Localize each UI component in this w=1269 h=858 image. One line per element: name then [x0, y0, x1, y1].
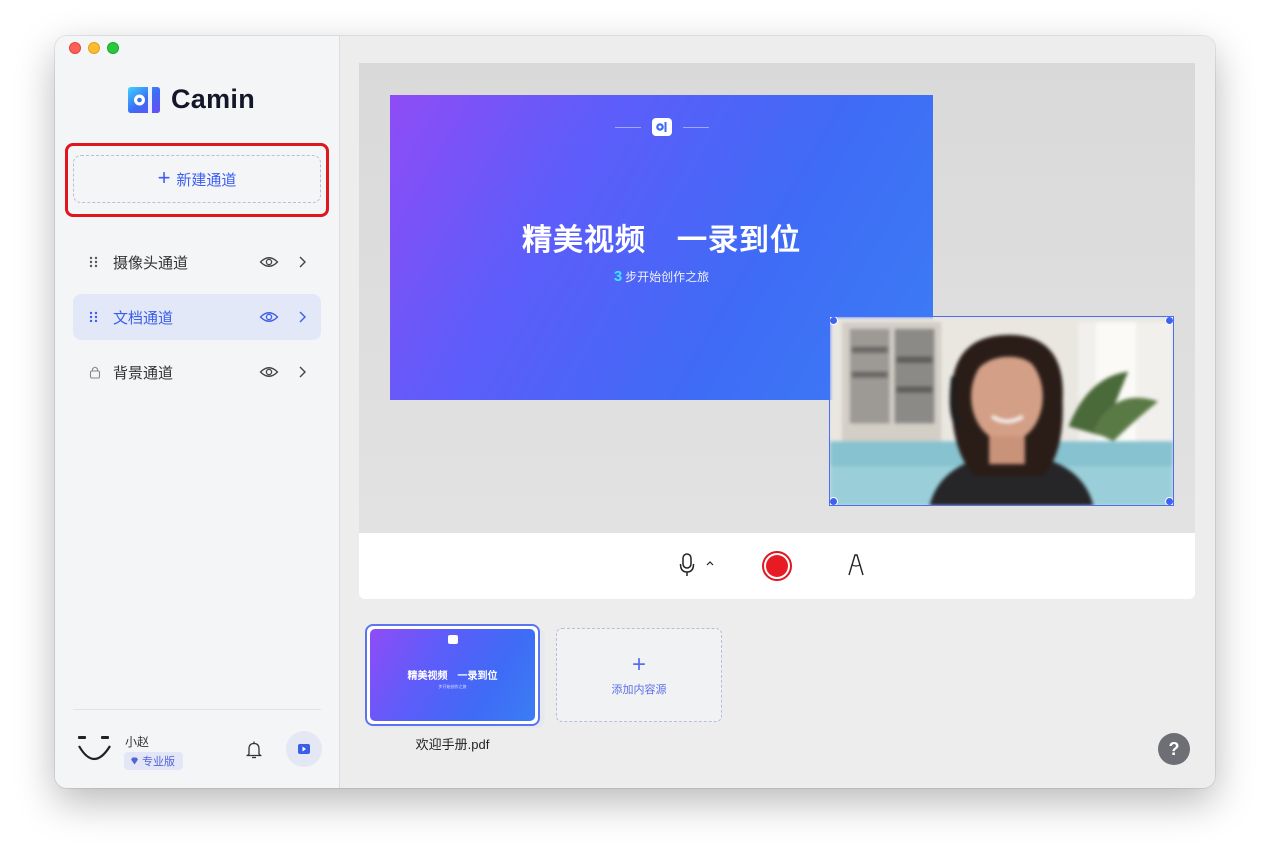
slide-subtitle-text: 步开始创作之旅 — [625, 270, 710, 284]
app-name: Camin — [171, 84, 256, 114]
resize-handle[interactable] — [830, 497, 838, 505]
drag-handle-icon[interactable] — [89, 310, 101, 324]
plan-badge: 专业版 — [124, 752, 183, 770]
eye-icon[interactable] — [259, 365, 279, 379]
app-window: Camin + 新建通道 摄像头通道 文档通道 背景通道 小赵 专业版 精美视频… — [55, 36, 1215, 788]
slide-logo-icon — [447, 635, 458, 644]
source-thumbnail[interactable]: 精美视频 一录到位 步开始创作之旅 — [365, 624, 540, 726]
chevron-right-icon[interactable] — [297, 365, 307, 379]
window-controls — [69, 42, 119, 54]
thumbnail-subtitle: 步开始创作之旅 — [438, 684, 467, 689]
zoom-window-button[interactable] — [107, 42, 119, 54]
camera-overlay[interactable] — [829, 316, 1174, 506]
user-name: 小赵 — [125, 735, 150, 749]
chevron-right-icon[interactable] — [297, 310, 307, 324]
microphone-icon[interactable] — [679, 553, 695, 577]
source-thumbnail-preview: 精美视频 一录到位 步开始创作之旅 — [370, 629, 535, 721]
plus-icon: + — [157, 165, 171, 190]
recordings-button[interactable] — [286, 731, 322, 767]
slide-logo-icon — [651, 118, 672, 136]
divider — [73, 709, 321, 710]
record-controls-bar — [359, 533, 1195, 599]
preview-canvas[interactable]: 精美视频 一录到位 3 步开始创作之旅 — [359, 63, 1195, 533]
chevron-up-icon[interactable] — [705, 558, 715, 568]
resize-handle[interactable] — [830, 317, 838, 325]
pen-icon[interactable] — [847, 553, 865, 577]
resize-handle[interactable] — [1165, 317, 1173, 325]
slide-step-number: 3 — [613, 268, 623, 285]
channel-label: 背景通道 — [113, 364, 174, 382]
close-window-button[interactable] — [69, 42, 81, 54]
minimize-window-button[interactable] — [88, 42, 100, 54]
lock-icon — [89, 365, 101, 379]
help-button[interactable]: ? — [1158, 733, 1190, 765]
record-button[interactable] — [762, 551, 792, 581]
bell-icon[interactable] — [245, 740, 263, 760]
new-channel-label: 新建通道 — [176, 171, 237, 189]
chevron-right-icon[interactable] — [297, 255, 307, 269]
drag-handle-icon[interactable] — [89, 255, 101, 269]
camin-logo-icon — [128, 86, 160, 113]
brand: Camin — [127, 84, 255, 115]
channel-label: 摄像头通道 — [113, 254, 189, 272]
slide-title: 精美视频 一录到位 — [522, 224, 801, 257]
add-source-button[interactable]: + 添加内容源 — [556, 628, 722, 722]
thumbnail-title: 精美视频 一录到位 — [407, 671, 498, 682]
avatar[interactable] — [75, 728, 115, 768]
source-name: 欢迎手册.pdf — [415, 737, 490, 752]
plus-icon: + — [631, 651, 646, 678]
resize-handle[interactable] — [1165, 497, 1173, 505]
sidebar: Camin + 新建通道 摄像头通道 文档通道 背景通道 小赵 专业版 — [55, 36, 340, 788]
camera-feed-image — [830, 317, 1173, 505]
channel-label: 文档通道 — [113, 309, 174, 327]
channel-item-camera[interactable]: 摄像头通道 — [73, 239, 321, 285]
new-channel-button[interactable]: + 新建通道 — [73, 155, 321, 203]
plan-label: 专业版 — [142, 756, 175, 768]
slide-logo-row — [390, 117, 933, 137]
main-area: 精美视频 一录到位 3 步开始创作之旅 精美视频 一录到位 步开始创作之旅 欢迎… — [340, 36, 1215, 788]
channel-item-document[interactable]: 文档通道 — [73, 294, 321, 340]
slide-subtitle: 3 步开始创作之旅 — [390, 268, 933, 285]
channel-item-background[interactable]: 背景通道 — [73, 349, 321, 395]
eye-icon[interactable] — [259, 255, 279, 269]
add-source-label: 添加内容源 — [611, 684, 667, 696]
record-icon — [766, 555, 788, 577]
eye-icon[interactable] — [259, 310, 279, 324]
diamond-icon — [131, 757, 138, 765]
video-library-icon — [298, 744, 310, 754]
